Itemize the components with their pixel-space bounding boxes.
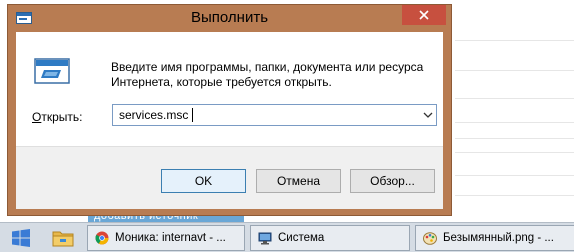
background-divider (455, 70, 574, 71)
taskbar-item-label: Система (278, 232, 325, 244)
taskbar-item-paint[interactable]: Безымянный.png - ... (415, 225, 574, 251)
taskbar-item-label: Моника: internavt - ... (115, 232, 226, 244)
background-divider (455, 195, 574, 196)
title-bar[interactable]: Выполнить (8, 5, 451, 31)
ok-button[interactable]: OK (161, 169, 246, 193)
open-label-text: ткрыть: (41, 110, 83, 124)
open-input[interactable] (113, 105, 419, 125)
dialog-body: Введите имя программы, папки, документа … (16, 32, 443, 209)
taskbar-item-label: Безымянный.png - ... (443, 232, 554, 244)
background-divider (455, 138, 574, 139)
dialog-content: Введите имя программы, папки, документа … (16, 32, 443, 146)
open-combobox[interactable] (112, 104, 437, 126)
taskbar: Моника: internavt - ... Система Безымянн… (0, 222, 574, 252)
close-button[interactable] (402, 5, 446, 25)
open-label-mnemonic: О (32, 110, 42, 124)
background-divider (455, 98, 574, 99)
taskbar-item-system[interactable]: Система (250, 225, 410, 251)
text-caret (192, 108, 193, 122)
dialog-description: Введите имя программы, папки, документа … (111, 60, 424, 89)
run-dialog: Выполнить Введите имя программы, папки, … (7, 4, 452, 216)
chrome-icon (95, 231, 109, 245)
system-icon (258, 232, 272, 245)
background-divider (455, 175, 574, 176)
cancel-button[interactable]: Отмена (256, 169, 341, 193)
open-label: Открыть: (32, 110, 82, 124)
background-divider (455, 122, 574, 123)
paint-icon (423, 232, 437, 245)
background-divider (455, 152, 574, 153)
background-divider (455, 40, 574, 41)
chevron-down-icon[interactable] (423, 110, 433, 120)
file-explorer-icon[interactable] (52, 228, 74, 248)
windows-start-icon[interactable] (12, 229, 30, 247)
run-program-icon (34, 58, 70, 84)
taskbar-item-chrome[interactable]: Моника: internavt - ... (87, 225, 245, 251)
close-icon (419, 10, 429, 20)
dialog-title: Выполнить (190, 9, 269, 26)
browse-button[interactable]: Обзор... (350, 169, 435, 193)
